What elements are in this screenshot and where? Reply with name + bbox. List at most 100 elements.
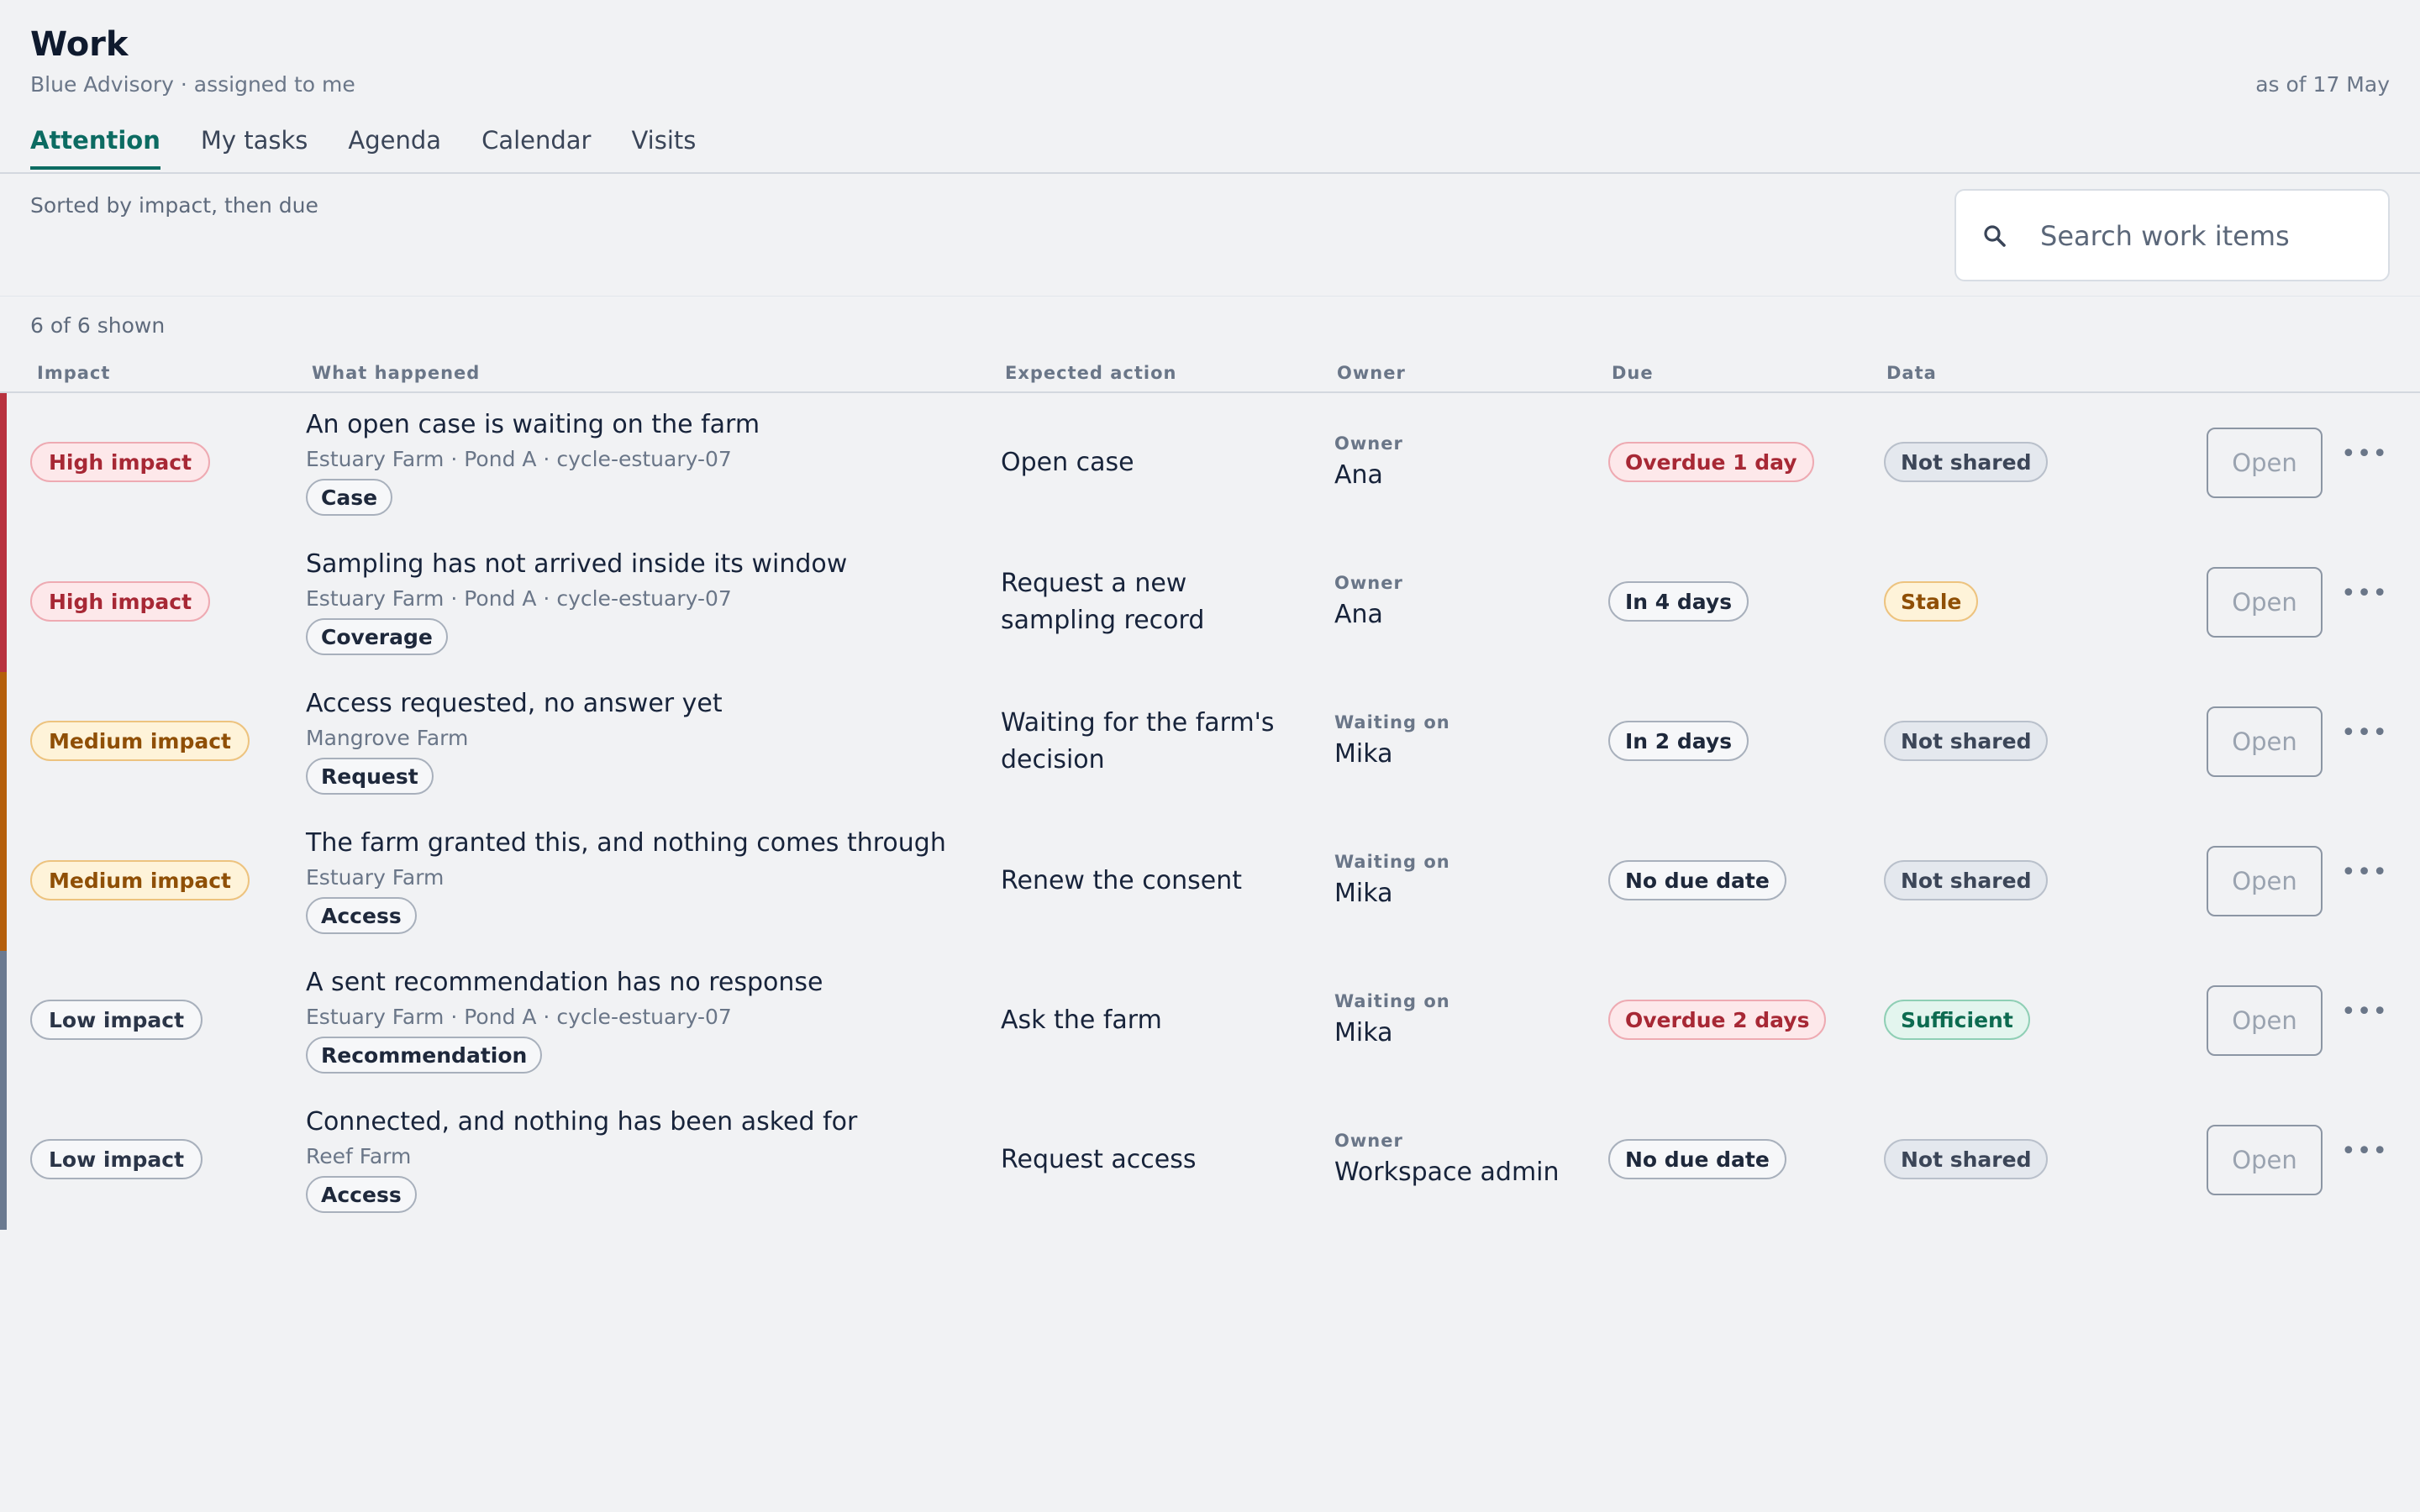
due-badge: No due date [1608,860,1786,900]
table-row[interactable]: High impact Sampling has not arrived ins… [0,533,2420,672]
impact-badge: Low impact [30,1000,203,1040]
data-status-badge: Not shared [1884,1139,2049,1179]
impact-indicator-bar [0,393,7,533]
due-badge: No due date [1608,1139,1786,1179]
item-context: Mangrove Farm [306,726,469,750]
column-header-expected-action[interactable]: Expected action [1005,363,1176,383]
more-options-icon[interactable]: ••• [2341,858,2388,887]
table-row[interactable]: Medium impact Access requested, no answe… [0,672,2420,811]
expected-action: Renew the consent [1001,866,1242,895]
as-of-date: as of 17 May [2255,72,2390,97]
column-header-impact[interactable]: Impact [37,363,110,383]
owner-label: Owner [1334,573,1403,593]
owner-label: Owner [1334,1131,1403,1151]
impact-indicator-bar [0,951,7,1090]
more-options-icon[interactable]: ••• [2341,439,2388,469]
item-title: The farm granted this, and nothing comes… [306,828,946,858]
impact-indicator-bar [0,672,7,811]
open-button[interactable]: Open [2207,567,2323,638]
expected-action: Request access [1001,1145,1197,1174]
expected-action: Request a new sampling record [1001,569,1205,635]
owner-name: Ana [1334,460,1383,490]
data-status-badge: Not shared [1884,442,2049,482]
section-divider [0,296,2420,297]
search-box[interactable] [1954,189,2390,281]
expected-action: Ask the farm [1001,1005,1162,1035]
expected-action: Open case [1001,448,1134,477]
page-subtitle: Blue Advisory · assigned to me [30,72,355,97]
owner-name: Workspace admin [1334,1158,1560,1187]
impact-indicator-bar [0,811,7,951]
item-type-tag: Recommendation [306,1037,543,1074]
impact-badge: Low impact [30,1139,203,1179]
item-context: Estuary Farm · Pond A · cycle-estuary-07 [306,447,732,471]
work-page: Work Blue Advisory · assigned to me as o… [0,0,2420,1512]
open-button[interactable]: Open [2207,985,2323,1056]
search-input[interactable] [2040,214,2368,258]
expected-action: Waiting for the farm's decision [1001,708,1275,774]
item-title: Access requested, no answer yet [306,689,723,718]
item-type-tag: Request [306,758,434,795]
item-type-tag: Access [306,897,417,934]
item-context: Reef Farm [306,1144,412,1168]
owner-name: Mika [1334,1018,1393,1047]
item-title: A sent recommendation has no response [306,968,823,997]
item-type-tag: Case [306,479,393,516]
data-status-badge: Sufficient [1884,1000,2030,1040]
open-button[interactable]: Open [2207,846,2323,916]
item-context: Estuary Farm · Pond A · cycle-estuary-07 [306,1005,732,1029]
owner-label: Owner [1334,433,1403,454]
tab-agenda[interactable]: Agenda [348,126,441,170]
result-count: 6 of 6 shown [30,313,166,338]
owner-name: Mika [1334,879,1393,908]
column-header-data[interactable]: Data [1886,363,1937,383]
tab-attention[interactable]: Attention [30,126,160,170]
more-options-icon[interactable]: ••• [2341,579,2388,608]
sort-note: Sorted by impact, then due [30,193,318,218]
item-type-tag: Access [306,1176,417,1213]
table-row[interactable]: Low impact A sent recommendation has no … [0,951,2420,1090]
due-badge: In 2 days [1608,721,1749,761]
tab-calendar[interactable]: Calendar [481,126,591,170]
tabs-divider [0,172,2420,174]
column-header-what-happened[interactable]: What happened [312,363,480,383]
impact-badge: High impact [30,581,211,622]
owner-name: Ana [1334,600,1383,629]
item-context: Estuary Farm [306,865,445,890]
impact-indicator-bar [0,533,7,672]
open-button[interactable]: Open [2207,428,2323,498]
tab-visits[interactable]: Visits [631,126,696,170]
search-icon [1984,225,2006,247]
table-row[interactable]: Low impact Connected, and nothing has be… [0,1090,2420,1230]
tab-bar: Attention My tasks Agenda Calendar Visit… [30,126,696,170]
item-title: An open case is waiting on the farm [306,410,760,439]
column-header-owner[interactable]: Owner [1337,363,1406,383]
owner-label: Waiting on [1334,852,1450,872]
data-status-badge: Not shared [1884,860,2049,900]
due-badge: Overdue 2 days [1608,1000,1827,1040]
more-options-icon[interactable]: ••• [2341,718,2388,748]
table-row[interactable]: Medium impact The farm granted this, and… [0,811,2420,951]
due-badge: In 4 days [1608,581,1749,622]
owner-label: Waiting on [1334,991,1450,1011]
item-context: Estuary Farm · Pond A · cycle-estuary-07 [306,586,732,611]
column-header-due[interactable]: Due [1612,363,1654,383]
item-type-tag: Coverage [306,618,448,655]
open-button[interactable]: Open [2207,706,2323,777]
tab-my-tasks[interactable]: My tasks [201,126,308,170]
due-badge: Overdue 1 day [1608,442,1814,482]
item-title: Connected, and nothing has been asked fo… [306,1107,858,1137]
more-options-icon[interactable]: ••• [2341,997,2388,1026]
data-status-badge: Stale [1884,581,1979,622]
page-title: Work [30,25,129,64]
impact-indicator-bar [0,1090,7,1230]
owner-name: Mika [1334,739,1393,769]
item-title: Sampling has not arrived inside its wind… [306,549,848,579]
more-options-icon[interactable]: ••• [2341,1137,2388,1166]
impact-badge: High impact [30,442,211,482]
open-button[interactable]: Open [2207,1125,2323,1195]
impact-badge: Medium impact [30,860,250,900]
owner-label: Waiting on [1334,712,1450,732]
table-row[interactable]: High impact An open case is waiting on t… [0,393,2420,533]
impact-badge: Medium impact [30,721,250,761]
